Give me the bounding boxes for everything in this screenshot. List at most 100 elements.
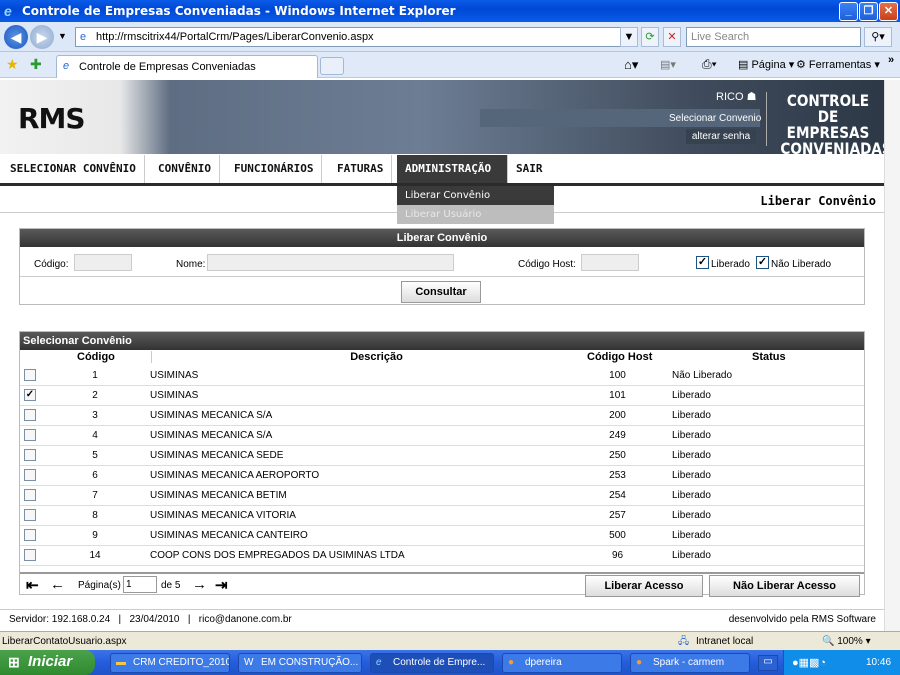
task-label: dpereira (525, 657, 562, 668)
start-button[interactable]: ⊞ Iniciar (0, 650, 95, 675)
add-favorite-icon[interactable]: ✚ (30, 56, 42, 73)
favorites-star-icon[interactable]: ★ (6, 56, 19, 73)
tab-controle-empresas[interactable]: e Controle de Empresas Conveniadas (56, 55, 318, 78)
table-row[interactable]: 14 COOP CONS DOS EMPREGADOS DA USIMINAS L… (20, 546, 864, 566)
table-row[interactable]: 1 USIMINAS 100 Não Liberado (20, 366, 864, 386)
zoom-level[interactable]: 🔍 100% ▾ (822, 636, 871, 647)
page-number-input[interactable]: 1 (123, 576, 157, 593)
menu-faturas[interactable]: FATURAS (329, 155, 393, 183)
menu-sair[interactable]: SAIR (508, 155, 551, 183)
cell-descricao: USIMINAS MECANICA AEROPORTO (150, 470, 320, 481)
table-row[interactable]: 4 USIMINAS MECANICA S/A 249 Liberado (20, 426, 864, 446)
consultar-button[interactable]: Consultar (401, 281, 481, 303)
refresh-icon[interactable]: ⟳ (641, 27, 659, 47)
row-checkbox[interactable] (24, 369, 36, 381)
forward-icon[interactable]: ▶ (30, 25, 54, 49)
liberar-acesso-button[interactable]: Liberar Acesso (585, 575, 703, 597)
search-icon[interactable]: ⚲▾ (864, 27, 892, 47)
new-tab-button[interactable] (320, 57, 344, 75)
first-page-icon[interactable]: ⇤ (26, 576, 39, 594)
home-icon[interactable]: ⌂▾ (624, 57, 638, 73)
menu-selecionar-convenio[interactable]: SELECIONAR CONVÊNIO (2, 155, 145, 183)
close-button[interactable]: ✕ (879, 2, 898, 21)
table-row[interactable]: 3 USIMINAS MECANICA S/A 200 Liberado (20, 406, 864, 426)
cell-codigo-host: 250 (609, 450, 626, 461)
results-title: Selecionar Convênio (20, 332, 864, 350)
nome-input[interactable] (207, 254, 454, 271)
table-row[interactable]: 6 USIMINAS MECANICA AEROPORTO 253 Liberado (20, 466, 864, 486)
table-row[interactable]: ✓ 2 USIMINAS 101 Liberado (20, 386, 864, 406)
row-checkbox[interactable] (24, 449, 36, 461)
codigo-host-input[interactable] (581, 254, 639, 271)
cell-codigo: 3 (92, 410, 98, 421)
codigo-input[interactable] (74, 254, 132, 271)
page-scrollbar[interactable] (884, 80, 900, 631)
row-checkbox[interactable] (24, 489, 36, 501)
user-name: RICO (716, 91, 744, 103)
task-label: Controle de Empre... (393, 657, 486, 668)
page-title: Liberar Convênio (760, 194, 876, 208)
feeds-icon[interactable]: ▤▾ (660, 58, 676, 71)
nao-liberado-checkbox[interactable]: ✓ (756, 256, 769, 269)
select-convenio-link[interactable]: Selecionar Convenio (669, 113, 761, 124)
cell-descricao: USIMINAS MECANICA BETIM (150, 490, 287, 501)
back-icon[interactable]: ◀ (4, 25, 28, 49)
url-input[interactable]: e http://rmscitrix44/PortalCrm/Pages/Lib… (75, 27, 637, 47)
liberado-checkbox[interactable]: ✓ (696, 256, 709, 269)
print-icon[interactable]: ⎙▾ (702, 57, 717, 72)
row-checkbox[interactable]: ✓ (24, 389, 36, 401)
url-dropdown-icon[interactable]: ▼ (620, 27, 638, 47)
menu-funcionarios[interactable]: FUNCIONÁRIOS (226, 155, 323, 183)
cell-codigo-host: 500 (609, 530, 626, 541)
history-dropdown-icon[interactable]: ▼ (58, 31, 67, 41)
task-spark-carmem[interactable]: ● Spark - carmem (630, 653, 750, 673)
next-page-icon[interactable]: → (192, 576, 207, 593)
last-page-icon[interactable]: ⇥ (215, 576, 228, 594)
admin-dropdown: Liberar Convênio Liberar Usuário (397, 186, 554, 224)
cell-descricao: COOP CONS DOS EMPREGADOS DA USIMINAS LTD… (150, 550, 405, 561)
cell-codigo-host: 200 (609, 410, 626, 421)
prev-page-icon[interactable]: ← (50, 576, 65, 593)
row-checkbox[interactable] (24, 529, 36, 541)
task-crm-credito[interactable]: ▬ CRM CREDITO_2010 (110, 653, 230, 673)
row-checkbox[interactable] (24, 549, 36, 561)
cell-codigo: 5 (92, 450, 98, 461)
page-menu[interactable]: ▤ Página ▾ (738, 58, 794, 71)
change-password-link[interactable]: alterar senha (686, 129, 756, 144)
dropdown-liberar-usuario[interactable]: Liberar Usuário (397, 205, 554, 224)
row-checkbox[interactable] (24, 469, 36, 481)
menu-convenio[interactable]: CONVÊNIO (150, 155, 220, 183)
show-desktop-icon[interactable]: ▭ (758, 655, 778, 671)
task-controle-empresas[interactable]: e Controle de Empre... (370, 653, 494, 673)
task-label: EM CONSTRUÇÃO... (261, 657, 359, 668)
row-checkbox[interactable] (24, 429, 36, 441)
search-input[interactable]: Live Search (686, 27, 861, 47)
window-title-bar[interactable]: e Controle de Empresas Conveniadas - Win… (0, 0, 900, 22)
chevron-right-icon[interactable]: » (888, 54, 894, 66)
stop-icon[interactable]: ✕ (663, 27, 681, 47)
table-row[interactable]: 5 USIMINAS MECANICA SEDE 250 Liberado (20, 446, 864, 466)
table-row[interactable]: 9 USIMINAS MECANICA CANTEIRO 500 Liberado (20, 526, 864, 546)
tools-menu[interactable]: ⚙ Ferramentas ▾ (796, 58, 880, 71)
tray-icons[interactable]: ●▦▩◔ (792, 656, 826, 669)
minimize-button[interactable]: _ (839, 2, 858, 21)
cell-codigo: 6 (92, 470, 98, 481)
table-row[interactable]: 7 USIMINAS MECANICA BETIM 254 Liberado (20, 486, 864, 506)
task-dpereira[interactable]: ● dpereira (502, 653, 622, 673)
menu-administracao[interactable]: ADMINISTRAÇÃO (397, 155, 508, 183)
task-em-construcao[interactable]: W EM CONSTRUÇÃO... (238, 653, 362, 673)
tools-menu-label: Ferramentas (808, 59, 872, 71)
cell-codigo-host: 101 (609, 390, 626, 401)
row-checkbox[interactable] (24, 509, 36, 521)
cell-status: Liberado (672, 450, 711, 461)
dropdown-liberar-convenio[interactable]: Liberar Convênio (397, 186, 554, 205)
browser-status-bar: LiberarContatoUsuario.aspx 🖧 Intranet lo… (0, 631, 900, 650)
table-row[interactable]: 8 USIMINAS MECANICA VITORIA 257 Liberado (20, 506, 864, 526)
user-icon: ☗ (746, 91, 757, 103)
search-placeholder: Live Search (691, 31, 750, 43)
maximize-button[interactable]: ❐ (859, 2, 878, 21)
cell-status: Liberado (672, 490, 711, 501)
row-checkbox[interactable] (24, 409, 36, 421)
status-text: LiberarContatoUsuario.aspx (2, 636, 127, 647)
nao-liberar-acesso-button[interactable]: Não Liberar Acesso (709, 575, 860, 597)
